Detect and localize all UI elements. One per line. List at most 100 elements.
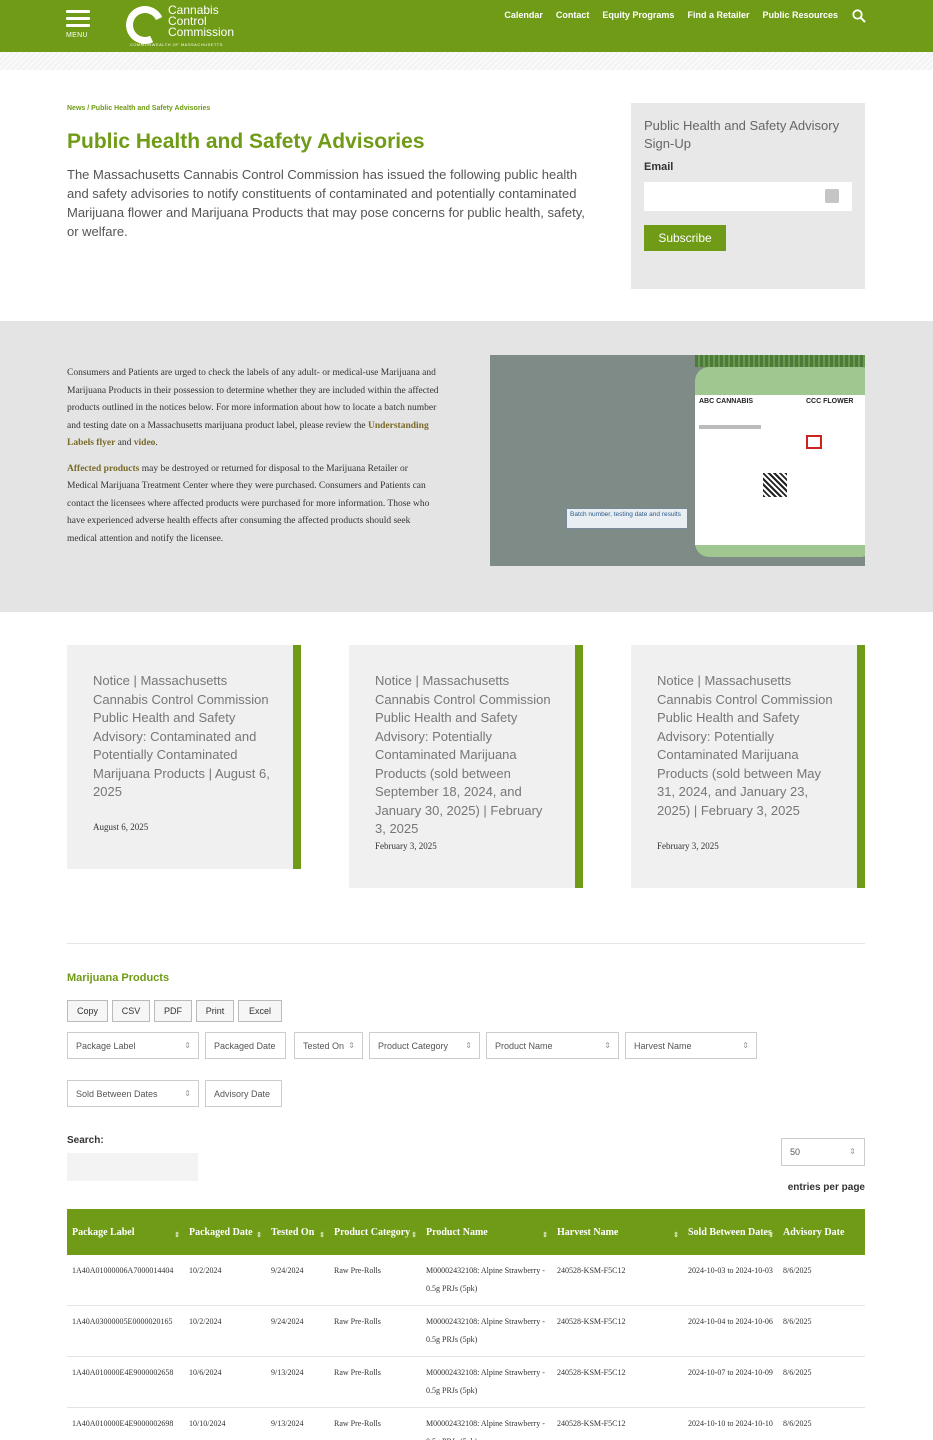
nav-public-resources[interactable]: Public Resources [762,10,838,20]
cell-package-label: 1A40A010000E4E9000002658 [67,1356,184,1408]
column-header[interactable]: Package Label ⇕ [67,1209,184,1255]
filter-advisory-date[interactable]: Advisory Date [205,1080,282,1107]
card-title[interactable]: Notice | Massachusetts Cannabis Control … [657,672,837,820]
filter-sold-between[interactable]: Sold Between Dates ⇕ [67,1080,199,1107]
nav-contact[interactable]: Contact [556,10,590,20]
main-nav: Calendar Contact Equity Programs Find a … [504,10,838,20]
column-header[interactable]: Product Name ⇕ [421,1209,552,1255]
signup-panel: Public Health and Safety Advisory Sign-U… [631,103,865,289]
cell-product-category: Raw Pre-Rolls [329,1255,421,1306]
sort-icon: ⇕ [319,1231,325,1239]
cell-harvest-name: 240528-KSM-F5C12 [552,1305,683,1357]
card-date: February 3, 2025 [657,841,719,851]
cell-package-label: 1A40A010000E4E9000002698 [67,1407,184,1440]
autofill-icon[interactable] [825,189,839,203]
card-title[interactable]: Notice | Massachusetts Cannabis Control … [375,672,555,839]
sort-arrows-icon: ⇕ [604,1041,611,1050]
sort-arrows-icon: ⇕ [184,1089,191,1098]
filter-product-category[interactable]: Product Category ⇕ [369,1032,480,1059]
nav-equity-programs[interactable]: Equity Programs [602,10,674,20]
column-header[interactable]: Harvest Name ⇕ [552,1209,683,1255]
logo-text[interactable]: Cannabis Control Commission [168,4,234,38]
page-size-select[interactable]: 50 ⇕ [781,1138,865,1166]
filter-harvest-name[interactable]: Harvest Name ⇕ [625,1032,757,1059]
table-row: 1A40A03000005E0000020165 10/2/2024 9/24/… [67,1305,865,1357]
cell-advisory-date: 8/6/2025 [778,1407,865,1440]
cell-product-category: Raw Pre-Rolls [329,1407,421,1440]
email-field[interactable] [644,182,852,211]
info-text: Consumers and Patients are urged to chec… [67,368,439,544]
column-header[interactable]: Packaged Date ⇕ [184,1209,266,1255]
batch-callout: Batch number, testing date and results [566,508,688,529]
cell-product-name: M00002432108: Alpine Strawberry - 0.5g P… [421,1255,552,1306]
table-row: 1A40A01000006A7000014404 10/2/2024 9/24/… [67,1255,865,1306]
cell-sold-between: 2024-10-03 to 2024-10-03 [683,1255,778,1306]
filter-packaged-date[interactable]: Packaged Date [205,1032,286,1059]
advisory-card[interactable]: Notice | Massachusetts Cannabis Control … [67,645,301,869]
pdf-button[interactable]: PDF [154,1000,192,1022]
cell-product-name: M00002432108: Alpine Strawberry - 0.5g P… [421,1356,552,1408]
column-header[interactable]: Product Category ⇕ [329,1209,421,1255]
cell-packaged-date: 10/2/2024 [184,1255,266,1306]
table-header-row: Package Label ⇕ Packaged Date ⇕ Tested On ⇕… [67,1209,865,1255]
nav-find-retailer[interactable]: Find a Retailer [687,10,749,20]
cell-tested-on: 9/13/2024 [266,1356,329,1408]
qr-code-icon [763,473,787,497]
cell-product-name: M00002432108: Alpine Strawberry - 0.5g P… [421,1305,552,1357]
advisory-card[interactable]: Notice | Massachusetts Cannabis Control … [349,645,583,888]
sort-icon: ⇕ [673,1231,679,1239]
csv-button[interactable]: CSV [112,1000,150,1022]
filter-tested-on[interactable]: Tested On ⇕ [294,1032,363,1059]
menu-label: MENU [66,32,88,39]
column-header[interactable]: Sold Between Dates ⇕ [683,1209,778,1255]
subscribe-button[interactable]: Subscribe [644,225,726,251]
excel-button[interactable]: Excel [238,1000,282,1022]
sort-icon: ⇕ [174,1231,180,1239]
labels-video-link[interactable]: video [134,438,156,448]
cell-harvest-name: 240528-KSM-F5C12 [552,1356,683,1408]
products-table: Package Label ⇕ Packaged Date ⇕ Tested On ⇕… [67,1209,865,1440]
menu-button[interactable]: MENU [66,10,94,42]
cell-advisory-date: 8/6/2025 [778,1255,865,1306]
affected-products-link[interactable]: Affected products [67,464,139,474]
decorative-stripe [0,52,933,70]
cell-harvest-name: 240528-KSM-F5C12 [552,1407,683,1440]
table-search-input[interactable] [67,1153,198,1181]
divider [67,943,865,944]
sort-arrows-icon: ⇕ [348,1041,355,1050]
intro-text: The Massachusetts Cannabis Control Commi… [67,167,585,239]
sort-icon: ⇕ [411,1231,417,1239]
section-title: Marijuana Products [67,972,170,984]
label-brand-1: ABC CANNABIS [699,398,754,405]
cell-product-name: M00002432108: Alpine Strawberry - 0.5g P… [421,1407,552,1440]
sort-icon: ⇕ [542,1231,548,1239]
card-date: February 3, 2025 [375,841,437,851]
email-label: Email [644,161,674,173]
search-label: Search: [67,1135,104,1146]
cell-tested-on: 9/24/2024 [266,1255,329,1306]
sort-icon: ⇕ [256,1231,262,1239]
cell-product-category: Raw Pre-Rolls [329,1356,421,1408]
warning-icon [806,435,822,449]
cell-sold-between: 2024-10-07 to 2024-10-09 [683,1356,778,1408]
card-title[interactable]: Notice | Massachusetts Cannabis Control … [93,672,273,802]
site-header: MENU Cannabis Control Commission COMMONW… [0,0,933,52]
advisory-card[interactable]: Notice | Massachusetts Cannabis Control … [631,645,865,888]
filter-package-label[interactable]: Package Label ⇕ [67,1032,199,1059]
search-icon[interactable] [852,9,866,23]
label-illustration: ABC CANNABIS CCC FLOWER Batch number, te… [490,355,865,566]
sort-arrows-icon: ⇕ [465,1041,472,1050]
cell-product-category: Raw Pre-Rolls [329,1305,421,1357]
breadcrumb[interactable]: News / Public Health and Safety Advisori… [67,105,210,112]
filter-product-name[interactable]: Product Name ⇕ [486,1032,619,1059]
print-button[interactable]: Print [196,1000,234,1022]
column-header[interactable]: Advisory Date [778,1209,865,1255]
nav-calendar[interactable]: Calendar [504,10,543,20]
sort-arrows-icon: ⇕ [184,1041,191,1050]
column-header[interactable]: Tested On ⇕ [266,1209,329,1255]
cell-packaged-date: 10/2/2024 [184,1305,266,1357]
cell-packaged-date: 10/10/2024 [184,1407,266,1440]
card-date: August 6, 2025 [93,822,149,832]
entries-label: entries per page [787,1182,865,1193]
copy-button[interactable]: Copy [67,1000,108,1022]
